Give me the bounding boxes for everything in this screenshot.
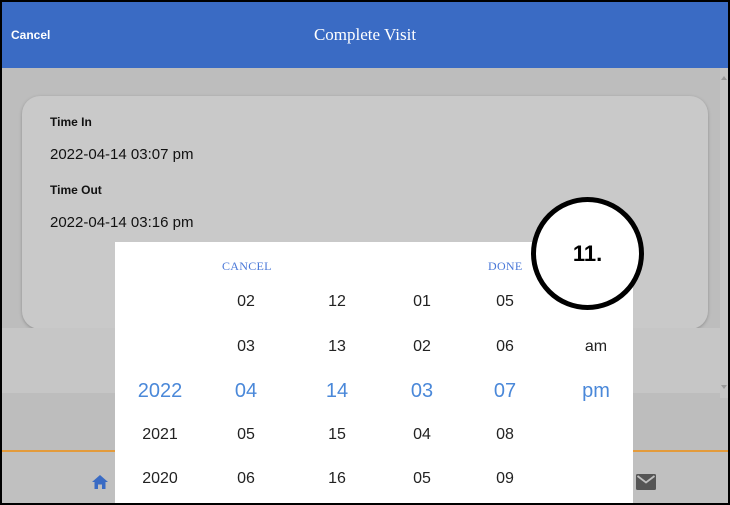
picker-option[interactable]: 04 (387, 426, 457, 444)
year-column[interactable]: 2022 2021 2020 (125, 242, 195, 503)
picker-option[interactable]: 03 (211, 338, 281, 356)
time-out-value[interactable]: 2022-04-14 03:16 pm (50, 214, 193, 231)
picker-option-selected[interactable]: 14 (302, 380, 372, 403)
picker-option-selected[interactable]: 04 (211, 380, 281, 403)
picker-option[interactable]: 06 (470, 338, 540, 356)
picker-option[interactable]: 2020 (125, 470, 195, 488)
picker-option[interactable]: 2021 (125, 426, 195, 444)
minute-column[interactable]: 05 06 07 08 09 (470, 242, 540, 503)
time-in-label: Time In (50, 115, 92, 129)
cancel-button[interactable]: Cancel (11, 2, 50, 68)
picker-option[interactable]: 16 (302, 470, 372, 488)
picker-option[interactable]: 06 (211, 470, 281, 488)
mail-icon[interactable] (636, 474, 656, 490)
home-icon[interactable] (92, 475, 108, 489)
scroll-up-arrow-icon[interactable] (721, 76, 727, 80)
picker-option[interactable]: 12 (302, 293, 372, 311)
picker-option[interactable]: 13 (302, 338, 372, 356)
picker-option[interactable]: 05 (211, 426, 281, 444)
picker-option[interactable]: am (561, 338, 631, 356)
scrollbar[interactable] (720, 68, 728, 398)
month-column[interactable]: 02 03 04 05 06 (211, 242, 281, 503)
picker-option[interactable]: 02 (211, 293, 281, 311)
picker-option-selected[interactable]: 07 (470, 380, 540, 403)
picker-option[interactable]: 05 (387, 470, 457, 488)
picker-option-selected[interactable]: pm (561, 380, 631, 403)
time-in-value[interactable]: 2022-04-14 03:07 pm (50, 146, 193, 163)
step-number-label: 11. (572, 241, 603, 266)
day-column[interactable]: 12 13 14 15 16 (302, 242, 372, 503)
step-number-badge: 11. (531, 197, 644, 310)
picker-option[interactable]: 08 (470, 426, 540, 444)
scroll-down-arrow-icon[interactable] (721, 385, 727, 389)
picker-option[interactable]: 05 (470, 293, 540, 311)
picker-option[interactable]: 01 (387, 293, 457, 311)
time-out-label: Time Out (50, 183, 102, 197)
app-window: Cancel Complete Visit Time In 2022-04-14… (0, 0, 730, 505)
picker-option[interactable]: 09 (470, 470, 540, 488)
page-title: Complete Visit (313, 25, 417, 44)
picker-option[interactable]: 02 (387, 338, 457, 356)
hour-column[interactable]: 01 02 03 04 05 (387, 242, 457, 503)
picker-option-selected[interactable]: 03 (387, 380, 457, 403)
picker-option[interactable]: 15 (302, 426, 372, 444)
app-header: Cancel Complete Visit (2, 2, 728, 68)
picker-option-selected[interactable]: 2022 (125, 380, 195, 403)
